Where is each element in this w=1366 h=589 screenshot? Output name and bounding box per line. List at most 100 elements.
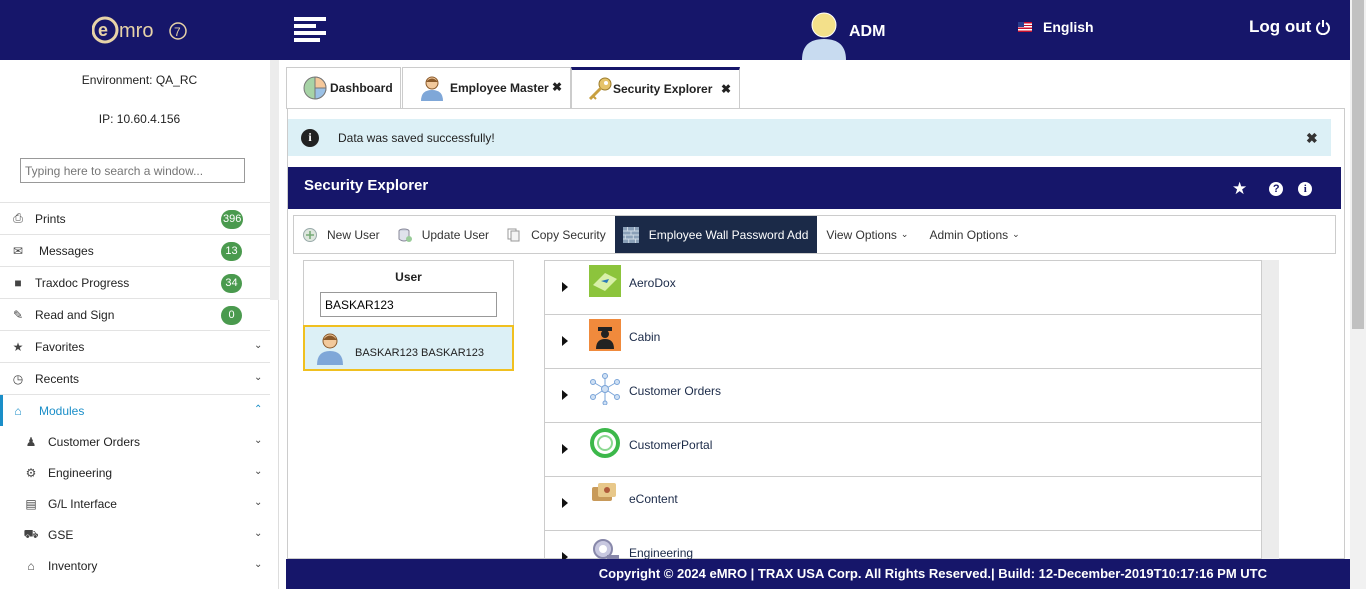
- module-tree-scrollbar[interactable]: [1262, 260, 1279, 560]
- page-scrollbar[interactable]: [1350, 0, 1366, 589]
- expand-arrow-icon[interactable]: [562, 498, 568, 508]
- chevron-down-icon: ⌄: [254, 466, 263, 477]
- module-row-aerodox[interactable]: AeroDox: [545, 261, 1261, 315]
- sidebar-item-traxdoc-progress[interactable]: ■ Traxdoc Progress 34: [0, 266, 270, 298]
- success-alert: i Data was saved successfully! ✖: [288, 119, 1331, 156]
- view-options-dropdown[interactable]: View Options ⌄: [817, 216, 917, 253]
- chevron-down-icon: ⌄: [900, 229, 909, 239]
- security-explorer-header: Security Explorer ★ ? i: [288, 167, 1341, 209]
- power-icon: [1316, 20, 1331, 35]
- portal-icon: [590, 428, 620, 458]
- user-search-input[interactable]: [320, 292, 497, 317]
- module-row-econtent[interactable]: eContent: [545, 477, 1261, 531]
- emro-logo: e mro 7: [92, 16, 187, 44]
- module-row-customer-orders[interactable]: Customer Orders: [545, 369, 1261, 423]
- network-icon: [590, 373, 620, 405]
- module-row-engineering[interactable]: Engineering: [545, 531, 1261, 559]
- sidebar-item-read-and-sign[interactable]: ✎ Read and Sign 0: [0, 298, 270, 330]
- database-update-icon: [398, 228, 412, 242]
- user-name[interactable]: ADM: [849, 23, 885, 41]
- expand-arrow-icon[interactable]: [562, 282, 568, 292]
- us-flag-icon: [1018, 22, 1032, 32]
- cabin-icon: [589, 319, 621, 351]
- home-icon: ⌂: [27, 558, 35, 573]
- button-label: Update User: [421, 227, 490, 242]
- tab-label: Security Explorer: [613, 82, 713, 96]
- module-row-customerportal[interactable]: CustomerPortal: [545, 423, 1261, 477]
- favorite-star-icon[interactable]: ★: [1232, 180, 1247, 197]
- logout-button[interactable]: Log out: [1249, 17, 1331, 37]
- tab-dashboard[interactable]: Dashboard: [286, 67, 401, 109]
- module-label: Cabin: [629, 330, 661, 344]
- tab-employee-master[interactable]: Employee Master ✖: [402, 67, 571, 109]
- aerodox-icon: [589, 265, 621, 297]
- footer: Copyright © 2024 eMRO | TRAX USA Corp. A…: [286, 559, 1350, 589]
- copy-security-button[interactable]: Copy Security: [498, 216, 615, 253]
- sidebar-item-recents[interactable]: ◷ Recents ⌄: [0, 362, 270, 394]
- button-label: Copy Security: [531, 227, 606, 242]
- user-list-item[interactable]: BASKAR123 BASKAR123: [303, 325, 514, 371]
- sidebar-module-gse[interactable]: ⛟ GSE ⌄: [0, 519, 270, 550]
- chevron-down-icon: ⌄: [1012, 229, 1020, 239]
- expand-arrow-icon[interactable]: [562, 390, 568, 400]
- module-row-cabin[interactable]: Cabin: [545, 315, 1261, 369]
- sidebar-item-label: GSE: [48, 527, 74, 542]
- new-user-button[interactable]: New User: [294, 216, 389, 253]
- sidebar-item-label: Favorites: [35, 339, 85, 354]
- engineering-icon: [593, 539, 619, 559]
- tab-bar: Dashboard Employee Master ✖ Security Exp…: [286, 65, 1346, 109]
- button-label: Admin Options: [929, 227, 1009, 242]
- count-badge: 0: [221, 306, 242, 325]
- security-toolbar: New User Update User Copy Security Emplo…: [293, 215, 1336, 254]
- cog-icon: ⚙: [25, 465, 37, 480]
- users-icon: ♟: [25, 434, 37, 449]
- pencil-icon: ✎: [12, 307, 24, 322]
- sidebar-item-modules[interactable]: ⌂ Modules ⌃: [0, 394, 270, 426]
- user-full-name: BASKAR123 BASKAR123: [355, 347, 485, 359]
- module-label: CustomerPortal: [629, 438, 713, 452]
- close-tab-icon[interactable]: ✖: [552, 80, 562, 94]
- sidebar: Environment: QA_RC IP: 10.60.4.156 ⎙ Pri…: [0, 60, 279, 589]
- sidebar-item-messages[interactable]: ✉ Messages 13: [0, 234, 270, 266]
- user-panel: User BASKAR123 BASKAR123: [303, 260, 514, 371]
- close-alert-icon[interactable]: ✖: [1306, 130, 1318, 147]
- truck-icon: ⛟: [23, 526, 39, 541]
- sidebar-scrollbar[interactable]: [270, 60, 279, 300]
- sidebar-item-label: G/L Interface: [48, 496, 117, 511]
- sidebar-module-inventory[interactable]: ⌂ Inventory ⌄: [0, 550, 270, 581]
- sidebar-item-label: Customer Orders: [48, 434, 141, 449]
- chevron-down-icon: ⌄: [254, 528, 263, 539]
- sidebar-item-label: Inventory: [48, 558, 98, 573]
- sidebar-module-customer-orders[interactable]: ♟ Customer Orders ⌄: [0, 426, 270, 457]
- expand-arrow-icon[interactable]: [562, 444, 568, 454]
- logout-label: Log out: [1249, 17, 1312, 36]
- sidebar-module-engineering[interactable]: ⚙ Engineering ⌄: [0, 457, 270, 488]
- chevron-down-icon: ⌄: [254, 435, 263, 446]
- employee-wall-password-add-button[interactable]: Employee Wall Password Add: [614, 216, 818, 253]
- sidebar-item-label: Read and Sign: [35, 307, 115, 322]
- print-icon: ⎙: [13, 211, 23, 225]
- sidebar-module-gl-interface[interactable]: ▤ G/L Interface ⌄: [0, 488, 270, 519]
- logo-text: mro: [119, 20, 153, 42]
- module-label: Customer Orders: [629, 384, 722, 398]
- help-icon[interactable]: ?: [1269, 182, 1284, 196]
- admin-options-dropdown[interactable]: Admin Options ⌄: [920, 216, 1028, 253]
- window-search-input[interactable]: [20, 158, 245, 183]
- tab-security-explorer[interactable]: Security Explorer ✖: [571, 67, 740, 109]
- user-avatar-icon[interactable]: [800, 9, 848, 60]
- menu-toggle-button[interactable]: [294, 17, 326, 43]
- sidebar-item-favorites[interactable]: ★ Favorites ⌄: [0, 330, 270, 362]
- chevron-down-icon: ⌄: [254, 559, 263, 570]
- expand-arrow-icon[interactable]: [562, 336, 568, 346]
- person-icon: [421, 76, 443, 101]
- svg-text:7: 7: [174, 25, 181, 39]
- info-icon[interactable]: i: [1298, 182, 1313, 196]
- sidebar-item-prints[interactable]: ⎙ Prints 396: [0, 202, 270, 234]
- button-label: New User: [327, 227, 380, 242]
- update-user-button[interactable]: Update User: [389, 216, 498, 253]
- home-icon: ⌂: [14, 403, 22, 418]
- module-label: AeroDox: [629, 276, 676, 290]
- language-selector[interactable]: English: [1018, 19, 1094, 35]
- scrollbar-thumb[interactable]: [1352, 0, 1364, 329]
- close-tab-icon[interactable]: ✖: [721, 82, 731, 96]
